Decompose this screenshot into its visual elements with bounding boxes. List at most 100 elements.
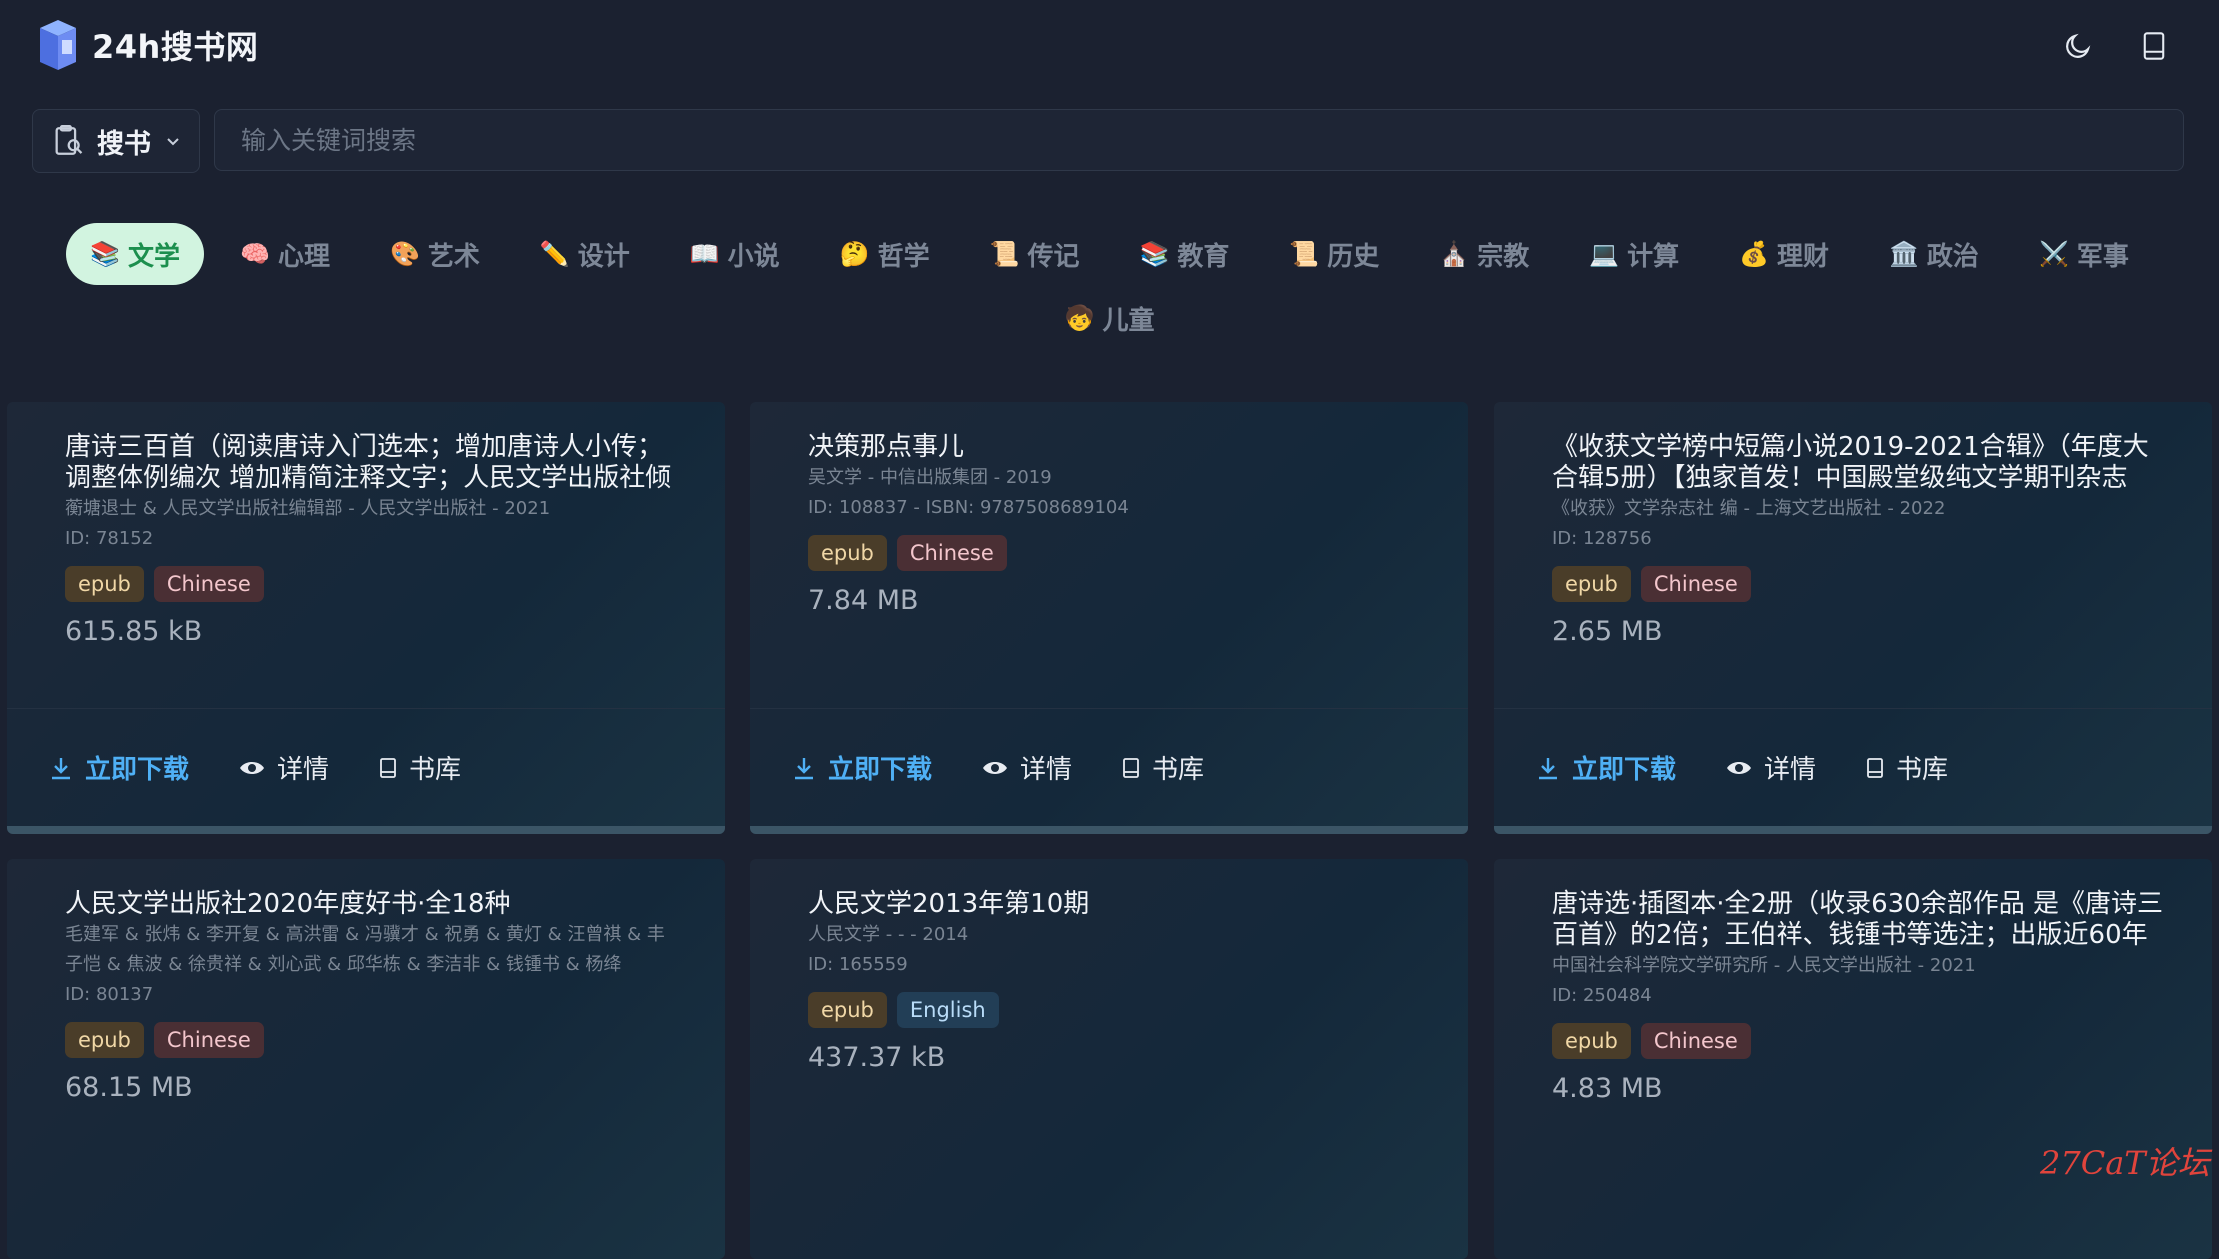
category-tab-religion[interactable]: ⛪ 宗教	[1415, 223, 1553, 285]
book-search-icon	[55, 124, 83, 155]
details-label: 详情	[1764, 755, 1817, 785]
category-tab-novel[interactable]: 📖 小说	[666, 223, 804, 285]
details-button[interactable]: 详情	[1726, 749, 1816, 786]
category-row: 🧒 儿童	[0, 286, 2219, 350]
category-tab-education[interactable]: 📚 教育	[1116, 223, 1254, 285]
book-logo-icon	[40, 20, 76, 70]
category-tab-finance[interactable]: 💰 理财	[1715, 223, 1853, 285]
format-badge: epub	[808, 535, 887, 571]
category-row: 📚 文学 🧠 心理 🎨 艺术 ✏️ 设计 📖 小说 🤔 哲学 📜 传记 📚 教育 📜 历史 ⛪ 宗教…	[0, 222, 2219, 286]
language-badge: Chinese	[153, 566, 264, 602]
download-button[interactable]: 立即下载	[1536, 749, 1676, 786]
book-icon	[1123, 757, 1139, 778]
category-tab-politics[interactable]: 🏛️ 政治	[1865, 223, 2003, 285]
book-title[interactable]: 唐诗三百首（阅读唐诗入门选本；增加唐诗人小传；调整体例编次 增加精简注释文字；人…	[65, 432, 679, 494]
child-icon: 🧒	[1064, 304, 1095, 332]
download-label: 立即下载	[85, 755, 190, 785]
book-card: 唐诗三百首（阅读唐诗入门选本；增加唐诗人小传；调整体例编次 增加精简注释文字；人…	[7, 402, 725, 834]
file-size: 437.37 kB	[808, 1042, 946, 1073]
library-link[interactable]: 书库	[1866, 749, 1948, 786]
language-badge: Chinese	[896, 535, 1007, 571]
book-title[interactable]: 人民文学2013年第10期	[808, 889, 1422, 920]
book-card: 《收获文学榜中短篇小说2019-2021合辑》（年度大合辑5册）【独家首发！中国…	[1494, 402, 2212, 834]
category-tab-design[interactable]: ✏️ 设计	[516, 223, 654, 285]
download-button[interactable]: 立即下载	[49, 749, 189, 786]
category-label: 传记	[1027, 241, 1080, 272]
book-icon	[2143, 32, 2165, 60]
category-label: 教育	[1177, 241, 1230, 272]
laptop-icon: 💻	[1589, 240, 1620, 268]
category-label: 历史	[1327, 241, 1380, 272]
download-icon	[795, 757, 813, 779]
book-icon	[380, 757, 396, 778]
download-label: 立即下载	[828, 755, 933, 785]
eye-icon	[983, 761, 1008, 774]
library-button[interactable]	[2134, 26, 2174, 66]
open-book-icon: 📖	[689, 240, 720, 268]
details-button[interactable]: 详情	[239, 749, 329, 786]
category-label: 心理	[277, 241, 330, 272]
file-size: 68.15 MB	[65, 1072, 193, 1103]
book-id-isbn: ID: 108837 - ISBN: 9787508689104	[808, 497, 1129, 518]
category-label: 宗教	[1477, 241, 1530, 272]
book-title[interactable]: 人民文学出版社2020年度好书·全18种	[65, 889, 679, 920]
category-tab-history[interactable]: 📜 历史	[1265, 223, 1403, 285]
category-tab-biography[interactable]: 📜 传记	[966, 223, 1104, 285]
book-author-publisher: 蘅塘退士 & 人民文学出版社编辑部 - 人民文学出版社 - 2021	[65, 498, 551, 519]
crossed-swords-icon: ⚔️	[2038, 240, 2069, 268]
download-button[interactable]: 立即下载	[792, 749, 932, 786]
category-label: 计算	[1627, 241, 1680, 272]
file-size: 7.84 MB	[808, 585, 919, 616]
book-title[interactable]: 唐诗选·插图本·全2册（收录630余部作品 是《唐诗三百首》的2倍；王伯祥、钱锺…	[1552, 889, 2166, 951]
book-title[interactable]: 《收获文学榜中短篇小说2019-2021合辑》（年度大合辑5册）【独家首发！中国…	[1552, 432, 2166, 494]
library-label: 书库	[409, 755, 462, 785]
category-tab-literature[interactable]: 📚 文学	[66, 223, 205, 285]
library-label: 书库	[1152, 755, 1205, 785]
book-card: 决策那点事儿 吴文学 - 中信出版集团 - 2019 ID: 108837 - …	[750, 402, 1468, 834]
books-icon: 📚	[1139, 240, 1170, 268]
details-button[interactable]: 详情	[982, 749, 1072, 786]
eye-icon	[1727, 761, 1752, 774]
format-badge: epub	[808, 992, 887, 1028]
library-link[interactable]: 书库	[379, 749, 461, 786]
book-title[interactable]: 决策那点事儿	[808, 432, 1422, 463]
language-badge: Chinese	[153, 1022, 264, 1058]
category-tab-art[interactable]: 🎨 艺术	[366, 223, 504, 285]
money-bag-icon: 💰	[1739, 240, 1770, 268]
library-link[interactable]: 书库	[1122, 749, 1204, 786]
card-footer-bar	[750, 826, 1468, 834]
category-label: 哲学	[877, 241, 930, 272]
palette-icon: 🎨	[389, 240, 420, 268]
book-author-publisher: 中国社会科学院文学研究所 - 人民文学出版社 - 2021	[1552, 955, 1976, 976]
book-author-publisher: 《收获》文学杂志社 编 - 上海文艺出版社 - 2022	[1552, 498, 1946, 519]
forum-watermark: 27CaT论坛	[2040, 1144, 2210, 1182]
category-label: 文学	[128, 241, 181, 272]
category-tab-philosophy[interactable]: 🤔 哲学	[816, 223, 954, 285]
moon-icon	[2066, 33, 2091, 58]
category-tab-psychology[interactable]: 🧠 心理	[216, 223, 354, 285]
search-scope-label: 搜书	[97, 128, 151, 160]
category-tab-computing[interactable]: 💻 计算	[1565, 223, 1703, 285]
book-id: ID: 250484	[1552, 985, 1652, 1006]
category-label: 设计	[577, 241, 630, 272]
download-label: 立即下载	[1572, 755, 1677, 785]
chevron-down-icon	[167, 138, 179, 146]
category-label: 艺术	[427, 241, 480, 272]
category-tab-military[interactable]: ⚔️ 军事	[2015, 223, 2153, 285]
category-tab-children[interactable]: 🧒 儿童	[1041, 287, 1179, 349]
book-author-publisher: 毛建军 & 张炜 & 李开复 & 高洪雷 & 冯骥才 & 祝勇 & 黄灯 & 汪…	[65, 924, 665, 975]
library-label: 书库	[1896, 755, 1949, 785]
card-footer-bar	[1494, 826, 2212, 834]
book-card: 人民文学出版社2020年度好书·全18种 毛建军 & 张炜 & 李开复 & 高洪…	[7, 859, 725, 1259]
search-scope-dropdown[interactable]: 搜书	[32, 109, 200, 173]
details-label: 详情	[277, 755, 330, 785]
top-header: 24h搜书网	[0, 0, 2219, 92]
category-nav: 📚 文学 🧠 心理 🎨 艺术 ✏️ 设计 📖 小说 🤔 哲学 📜 传记 📚 教育 📜 历史 ⛪ 宗教…	[0, 222, 2219, 350]
format-badge: epub	[1552, 1023, 1631, 1059]
dark-mode-toggle[interactable]	[2058, 26, 2098, 66]
thinking-face-icon: 🤔	[839, 240, 870, 268]
classical-building-icon: 🏛️	[1889, 240, 1919, 268]
site-logo[interactable]: 24h搜书网	[34, 18, 258, 72]
pencil-icon: ✏️	[539, 240, 570, 268]
search-input[interactable]	[214, 109, 2184, 171]
